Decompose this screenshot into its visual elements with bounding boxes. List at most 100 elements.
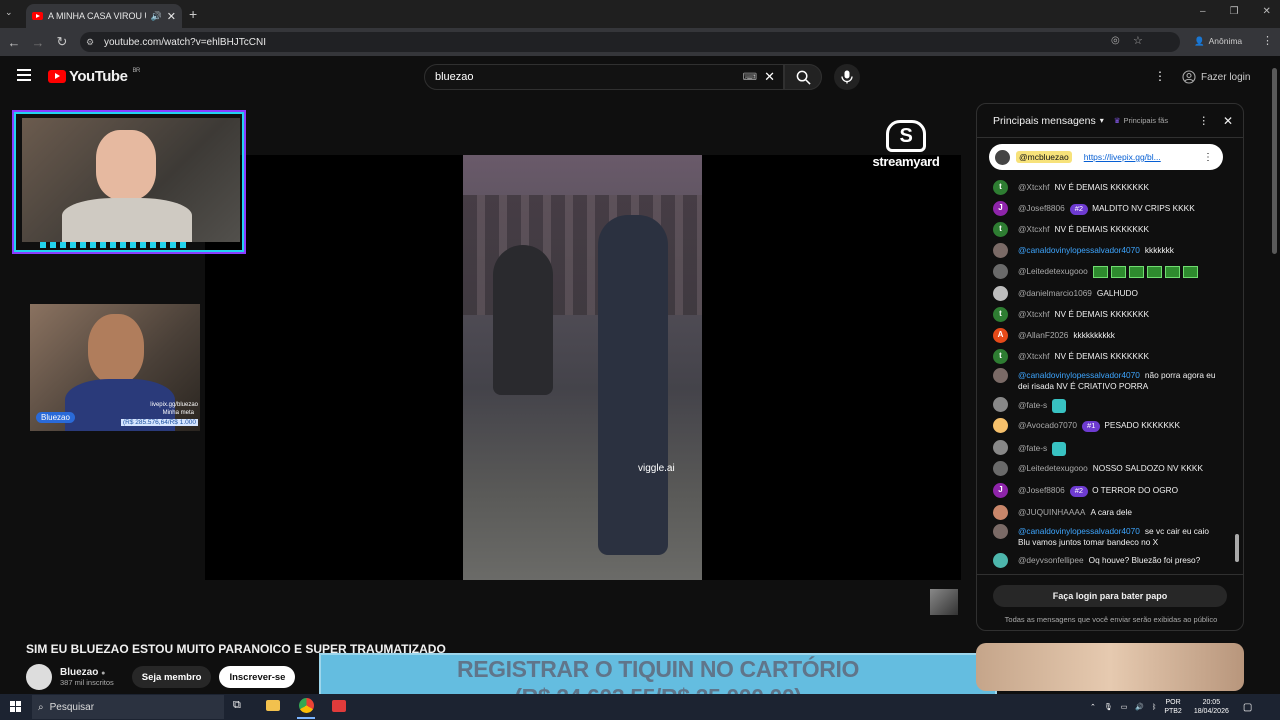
- chat-message[interactable]: @Leitedetexugooo: [993, 264, 1223, 279]
- chat-message[interactable]: J @Josef8806 #2 O TERROR DO OGRO: [993, 483, 1223, 498]
- chat-avatar[interactable]: [993, 368, 1008, 383]
- pinned-message[interactable]: @mcbluezao https://livepix.gg/bl... ⋮: [989, 144, 1223, 170]
- chat-avatar[interactable]: J: [993, 483, 1008, 498]
- search-input[interactable]: bluezao ⌨ ✕: [424, 64, 784, 90]
- incognito-indicator[interactable]: 👤 Anônima: [1194, 36, 1242, 47]
- chat-avatar[interactable]: [993, 524, 1008, 539]
- eye-off-icon[interactable]: ◎: [1111, 35, 1120, 46]
- chat-avatar[interactable]: [993, 461, 1008, 476]
- tab-close-icon[interactable]: ✕: [167, 10, 176, 23]
- chat-message[interactable]: @Leitedetexugooo NOSSO SALDOZO NV KKKK: [993, 461, 1223, 476]
- settings-dots-icon[interactable]: ⋮: [1154, 69, 1166, 83]
- chat-scrollbar[interactable]: [1235, 534, 1239, 562]
- chat-author[interactable]: @Xtcxhf: [1018, 351, 1049, 361]
- chat-message[interactable]: @canaldovinylopessalvador4070 kkkkkkk: [993, 243, 1223, 258]
- chat-close-icon[interactable]: ✕: [1223, 114, 1233, 128]
- forward-icon[interactable]: →: [29, 35, 47, 50]
- chat-author[interactable]: @Leitedetexugooo: [1018, 463, 1088, 473]
- chat-avatar[interactable]: [993, 440, 1008, 455]
- chat-author[interactable]: @danielmarcio1069: [1018, 288, 1092, 298]
- window-close-icon[interactable]: ✕: [1263, 6, 1271, 17]
- chat-avatar[interactable]: [993, 286, 1008, 301]
- bluetooth-icon[interactable]: ᛒ: [1152, 704, 1156, 711]
- network-icon[interactable]: ▭: [1121, 703, 1128, 711]
- channel-name[interactable]: Bluezao ●: [60, 667, 114, 678]
- clear-search-icon[interactable]: ✕: [764, 69, 775, 85]
- top-fans-chip[interactable]: ♛ Principais fãs: [1114, 116, 1168, 125]
- chat-author[interactable]: @Xtcxhf: [1018, 309, 1049, 319]
- channel-watermark-thumbnail[interactable]: [930, 589, 958, 615]
- language-indicator[interactable]: POR PTB2: [1164, 698, 1182, 716]
- address-bar[interactable]: ⚙ youtube.com/watch?v=ehlBHJTcCNI: [80, 32, 1180, 52]
- chat-avatar[interactable]: t: [993, 222, 1008, 237]
- chat-avatar[interactable]: t: [993, 180, 1008, 195]
- hamburger-menu-icon[interactable]: [17, 69, 31, 81]
- chat-message[interactable]: @deyvsonfellipee Oq houve? Bluezão foi pr…: [993, 553, 1223, 568]
- chat-author[interactable]: @canaldovinylopessalvador4070: [1018, 245, 1140, 255]
- chat-message[interactable]: @canaldovinylopessalvador4070 não porra a…: [993, 368, 1223, 391]
- chat-avatar[interactable]: [993, 397, 1008, 412]
- ad-banner[interactable]: [976, 643, 1244, 691]
- chat-author[interactable]: @Leitedetexugooo: [1018, 266, 1088, 276]
- browser-menu-icon[interactable]: ⋮: [1262, 34, 1273, 47]
- pinned-link[interactable]: https://livepix.gg/bl...: [1084, 152, 1161, 162]
- youtube-logo[interactable]: YouTube BR: [48, 68, 140, 85]
- chat-author[interactable]: @Xtcxhf: [1018, 224, 1049, 234]
- subscribe-button[interactable]: Inscrever-se: [219, 666, 296, 688]
- file-explorer-icon[interactable]: [266, 700, 280, 711]
- chat-avatar[interactable]: [993, 264, 1008, 279]
- chat-avatar[interactable]: [993, 505, 1008, 520]
- pinned-more-icon[interactable]: ⋮: [1203, 152, 1213, 163]
- minimize-icon[interactable]: –: [1200, 6, 1206, 17]
- chat-message[interactable]: t @Xtcxhf NV É DEMAIS KKKKKKK: [993, 180, 1223, 195]
- task-view-icon[interactable]: ⧉: [233, 699, 241, 712]
- volume-icon[interactable]: 🔊: [1135, 703, 1144, 711]
- site-info-icon[interactable]: ⚙: [86, 37, 94, 48]
- chat-avatar[interactable]: J: [993, 201, 1008, 216]
- chat-author[interactable]: @Josef8806: [1018, 485, 1065, 495]
- chat-message[interactable]: t @Xtcxhf NV É DEMAIS KKKKKKK: [993, 222, 1223, 237]
- chat-author[interactable]: @JUQUINHAAAA: [1018, 507, 1085, 517]
- tab-list-button[interactable]: ⌄: [5, 7, 13, 18]
- chrome-icon[interactable]: [299, 698, 314, 713]
- notification-icon[interactable]: ▢: [1243, 702, 1252, 713]
- chat-author[interactable]: @fate-s: [1018, 443, 1047, 453]
- chat-message[interactable]: A @AllanF2026 kkkkkkkkkk: [993, 328, 1223, 343]
- clock[interactable]: 20:05 18/04/2026: [1194, 698, 1229, 716]
- new-tab-button[interactable]: +: [189, 6, 197, 22]
- chat-mode-dropdown[interactable]: Principais mensagens ▾: [993, 115, 1104, 127]
- chat-author[interactable]: @AllanF2026: [1018, 330, 1068, 340]
- chat-author[interactable]: @Josef8806: [1018, 203, 1065, 213]
- keyboard-icon[interactable]: ⌨: [743, 72, 757, 83]
- taskbar-search[interactable]: ⌕ Pesquisar: [32, 695, 224, 719]
- login-button[interactable]: Fazer login: [1182, 67, 1250, 87]
- chat-avatar[interactable]: [993, 418, 1008, 433]
- chat-author[interactable]: @deyvsonfellipee: [1018, 555, 1084, 565]
- chat-message[interactable]: @fate-s: [993, 440, 1223, 456]
- chat-author[interactable]: @fate-s: [1018, 400, 1047, 410]
- chat-author[interactable]: @canaldovinylopessalvador4070: [1018, 526, 1140, 536]
- chat-avatar[interactable]: A: [993, 328, 1008, 343]
- chat-author[interactable]: @Xtcxhf: [1018, 182, 1049, 192]
- chat-more-icon[interactable]: ⋮: [1198, 115, 1209, 127]
- channel-avatar[interactable]: [26, 664, 52, 690]
- chat-avatar[interactable]: t: [993, 307, 1008, 322]
- chat-author[interactable]: @Avocado7070: [1018, 420, 1077, 430]
- speaker-icon[interactable]: 🔊: [151, 11, 162, 22]
- chat-avatar[interactable]: [993, 553, 1008, 568]
- tray-overflow-icon[interactable]: ⌃: [1090, 703, 1096, 711]
- chat-author[interactable]: @canaldovinylopessalvador4070: [1018, 370, 1140, 380]
- chat-message[interactable]: @fate-s: [993, 397, 1223, 413]
- restore-icon[interactable]: ❐: [1230, 6, 1239, 17]
- member-button[interactable]: Seja membro: [131, 666, 212, 688]
- microphone-tray-icon[interactable]: 🎙: [1104, 703, 1113, 711]
- windows-start-icon[interactable]: [10, 701, 21, 712]
- chat-message[interactable]: t @Xtcxhf NV É DEMAIS KKKKKKK: [993, 307, 1223, 322]
- chat-message[interactable]: @Avocado7070 #1 PESADO KKKKKKK: [993, 418, 1223, 433]
- chat-message[interactable]: @danielmarcio1069 GALHUDO: [993, 286, 1223, 301]
- chat-message[interactable]: @canaldovinylopessalvador4070 se vc cair …: [993, 524, 1223, 547]
- chat-message[interactable]: t @Xtcxhf NV É DEMAIS KKKKKKK: [993, 349, 1223, 364]
- chat-avatar[interactable]: [993, 243, 1008, 258]
- browser-tab[interactable]: A MINHA CASA VIROU UM 🔊 ✕: [26, 4, 182, 28]
- reload-icon[interactable]: ↻: [53, 34, 71, 50]
